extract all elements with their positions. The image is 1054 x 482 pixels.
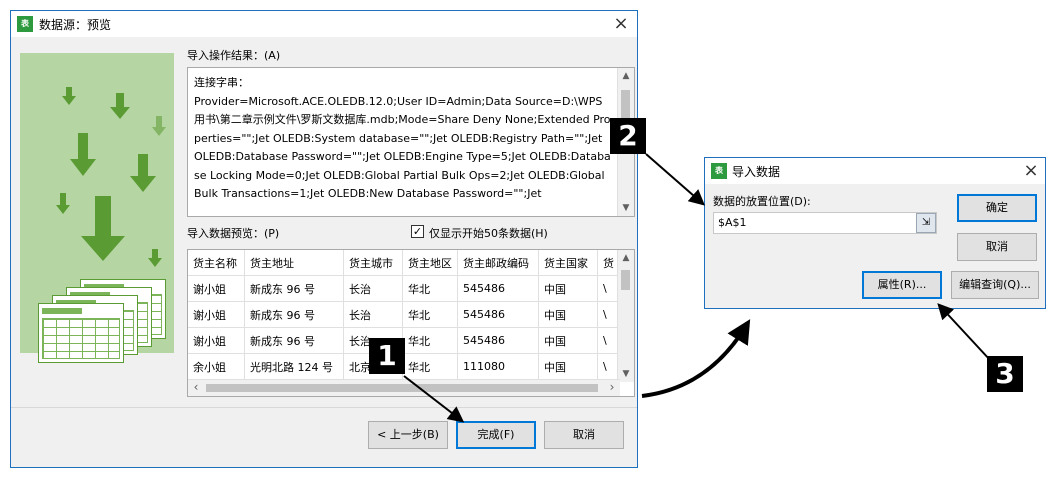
result-textbox[interactable]: 连接字串： Provider=Microsoft.ACE.OLEDB.12.0;… (187, 67, 635, 217)
column-header: 货主邮政编码 (457, 250, 539, 276)
callout-badge-3: 3 (987, 356, 1023, 392)
preview-wizard-window: 表 数据源：预览 × 导入操作结果：(A) 连接字串： Provider=Mic… (10, 10, 638, 468)
scroll-up-icon[interactable]: ▲ (618, 250, 634, 266)
table-cell: 545486 (457, 275, 539, 302)
data-preview-grid[interactable]: 货主名称 货主地址 货主城市 货主地区 货主邮政编码 货主国家 货 谢小姐 新成… (187, 249, 635, 397)
callout-badge-2: 2 (610, 118, 646, 154)
connection-string-text: 连接字串： Provider=Microsoft.ACE.OLEDB.12.0;… (194, 76, 611, 200)
range-select-icon[interactable]: ⇲ (916, 213, 936, 233)
preview-label: 导入数据预览：(P) (187, 227, 280, 240)
result-label: 导入操作结果：(A) (187, 49, 281, 62)
table-cell: 中国 (538, 353, 598, 380)
table-cell: 华北 (402, 301, 458, 328)
app-icon: 表 (711, 163, 727, 179)
close-icon[interactable]: × (1019, 160, 1043, 182)
first-50-checkbox[interactable]: ✓ (411, 225, 424, 238)
callout-3-arrow (937, 303, 991, 361)
table-row: 谢小姐 新成东 96 号 长治 华北 545486 中国 \ (188, 275, 620, 302)
column-header: 货主地址 (244, 250, 344, 276)
table-cell: 新成东 96 号 (244, 327, 344, 354)
scroll-right-icon[interactable]: › (604, 380, 620, 396)
table-cell: 中国 (538, 301, 598, 328)
column-header: 货主名称 (188, 250, 245, 276)
import-cancel-button[interactable]: 取消 (957, 233, 1037, 261)
wizard-title: 数据源：预览 (39, 18, 112, 32)
scroll-down-icon[interactable]: ▼ (618, 366, 634, 382)
scroll-thumb[interactable] (206, 384, 598, 392)
wizard-titlebar: 表 数据源：预览 × (11, 11, 637, 37)
table-cell: 华北 (402, 275, 458, 302)
table-cell: 545486 (457, 327, 539, 354)
table-cell: 谢小姐 (188, 327, 245, 354)
table-cell: 光明北路 124 号 (244, 353, 344, 380)
edit-query-button[interactable]: 编辑查询(Q)... (951, 271, 1039, 299)
table-cell: 新成东 96 号 (244, 301, 344, 328)
footer-divider (11, 407, 637, 408)
scroll-thumb[interactable] (621, 270, 630, 290)
table-cell: 华北 (402, 327, 458, 354)
table-cell: 谢小姐 (188, 301, 245, 328)
cancel-button[interactable]: 取消 (544, 421, 624, 449)
table-cell: 新成东 96 号 (244, 275, 344, 302)
table-cell: 545486 (457, 301, 539, 328)
column-header: 货主城市 (343, 250, 403, 276)
previous-button[interactable]: < 上一步(B) (368, 421, 448, 449)
close-icon[interactable]: × (609, 13, 633, 35)
location-input[interactable]: $A$1 (713, 212, 937, 234)
table-cell: 长治 (343, 301, 403, 328)
grid-horizontal-scrollbar[interactable]: ‹ › (188, 379, 620, 396)
flow-curved-arrow (641, 319, 751, 398)
ok-button[interactable]: 确定 (957, 194, 1037, 222)
import-titlebar: 表 导入数据 × (705, 158, 1045, 184)
scroll-left-icon[interactable]: ‹ (188, 380, 204, 396)
table-cell: 111080 (457, 353, 539, 380)
table-cell: 余小姐 (188, 353, 245, 380)
properties-button[interactable]: 属性(R)... (862, 271, 942, 299)
location-label: 数据的放置位置(D): (713, 195, 811, 208)
column-header: 货主地区 (402, 250, 458, 276)
app-icon: 表 (17, 16, 33, 32)
callout-badge-1: 1 (369, 338, 405, 374)
grid-vertical-scrollbar[interactable]: ▲ ▼ (617, 250, 634, 382)
table-cell: 中国 (538, 327, 598, 354)
import-illustration (20, 53, 174, 363)
callout-2-arrow (645, 153, 706, 206)
scroll-up-icon[interactable]: ▲ (618, 68, 634, 84)
spreadsheet-icon (38, 303, 124, 363)
table-cell: 华北 (402, 353, 458, 380)
import-dialog-title: 导入数据 (732, 165, 781, 179)
column-header: 货主国家 (538, 250, 598, 276)
table-header-row: 货主名称 货主地址 货主城市 货主地区 货主邮政编码 货主国家 货 (188, 250, 620, 276)
table-cell: 中国 (538, 275, 598, 302)
table-cell: 长治 (343, 275, 403, 302)
scroll-down-icon[interactable]: ▼ (618, 200, 634, 216)
table-row: 谢小姐 新成东 96 号 长治 华北 545486 中国 \ (188, 301, 620, 328)
first-50-checkbox-label[interactable]: 仅显示开始50条数据(H) (429, 225, 548, 241)
finish-button[interactable]: 完成(F) (456, 421, 536, 449)
table-cell: 谢小姐 (188, 275, 245, 302)
import-data-dialog: 表 导入数据 × 数据的放置位置(D): $A$1 ⇲ 确定 取消 属性(R).… (704, 157, 1046, 309)
